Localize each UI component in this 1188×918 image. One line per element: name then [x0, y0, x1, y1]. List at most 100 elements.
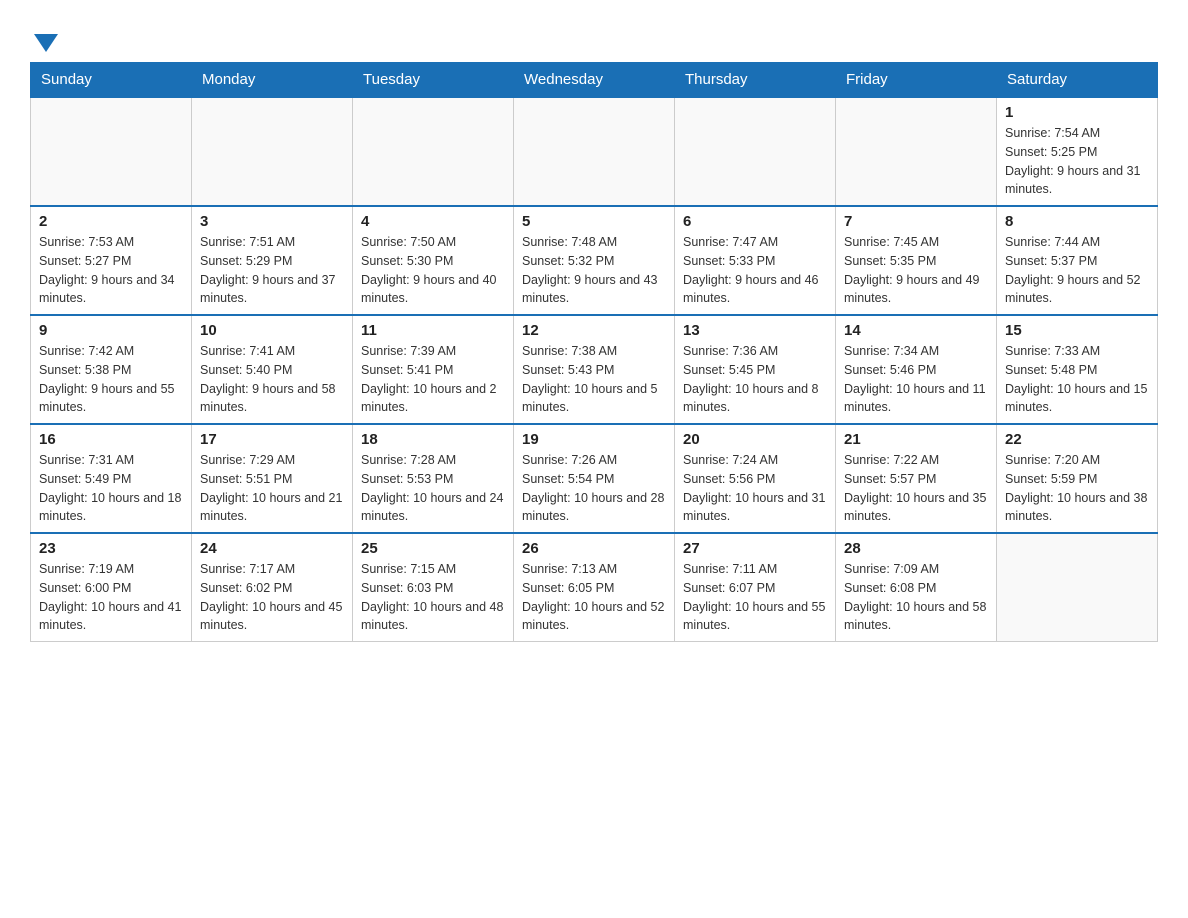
day-info: Sunrise: 7:31 AM Sunset: 5:49 PM Dayligh…	[39, 451, 183, 526]
calendar-cell: 27Sunrise: 7:11 AM Sunset: 6:07 PM Dayli…	[675, 533, 836, 642]
day-number: 2	[39, 213, 183, 230]
day-number: 17	[200, 431, 344, 448]
calendar-cell: 13 Sunrise: 7:36 AM Sunset: 5:45 PM Dayli…	[675, 315, 836, 424]
day-info: Sunrise: 7:19 AM Sunset: 6:00 PM Dayligh…	[39, 560, 183, 635]
day-header-thursday: Thursday	[675, 63, 836, 98]
calendar-cell	[192, 97, 353, 206]
day-number: 1	[1005, 104, 1149, 121]
calendar-cell: 2 Sunrise: 7:53 AM Sunset: 5:27 PM Daylig…	[31, 206, 192, 315]
day-info: Sunrise: 7:48 AM Sunset: 5:32 PM Dayligh…	[522, 233, 666, 308]
day-number: 14	[844, 322, 988, 339]
day-info: Sunrise: 7:42 AM Sunset: 5:38 PM Dayligh…	[39, 342, 183, 417]
calendar-cell: 23 Sunrise: 7:19 AM Sunset: 6:00 PM Dayli…	[31, 533, 192, 642]
day-number: 8	[1005, 213, 1149, 230]
calendar-cell	[836, 97, 997, 206]
calendar-cell: 10 Sunrise: 7:41 AM Sunset: 5:40 PM Dayli…	[192, 315, 353, 424]
day-info: Sunrise: 7:45 AM Sunset: 5:35 PM Dayligh…	[844, 233, 988, 308]
day-number: 16	[39, 431, 183, 448]
day-number: 4	[361, 213, 505, 230]
day-header-wednesday: Wednesday	[514, 63, 675, 98]
day-info: Sunrise: 7:54 AM Sunset: 5:25 PM Dayligh…	[1005, 124, 1149, 199]
calendar-cell	[675, 97, 836, 206]
day-number: 15	[1005, 322, 1149, 339]
calendar-cell	[31, 97, 192, 206]
day-number: 22	[1005, 431, 1149, 448]
calendar-cell: 1 Sunrise: 7:54 AM Sunset: 5:25 PM Daylig…	[997, 97, 1158, 206]
day-number: 9	[39, 322, 183, 339]
day-number: 18	[361, 431, 505, 448]
day-number: 25	[361, 540, 505, 557]
day-info: Sunrise: 7:34 AM Sunset: 5:46 PM Dayligh…	[844, 342, 988, 417]
day-number: 6	[683, 213, 827, 230]
calendar-cell: 6Sunrise: 7:47 AM Sunset: 5:33 PM Daylig…	[675, 206, 836, 315]
calendar-week-3: 9 Sunrise: 7:42 AM Sunset: 5:38 PM Daylig…	[31, 315, 1158, 424]
day-number: 3	[200, 213, 344, 230]
day-number: 28	[844, 540, 988, 557]
day-number: 7	[844, 213, 988, 230]
day-info: Sunrise: 7:33 AM Sunset: 5:48 PM Dayligh…	[1005, 342, 1149, 417]
calendar-cell: 20 Sunrise: 7:24 AM Sunset: 5:56 PM Dayli…	[675, 424, 836, 533]
day-info: Sunrise: 7:15 AM Sunset: 6:03 PM Dayligh…	[361, 560, 505, 635]
logo	[30, 30, 58, 52]
calendar-table: SundayMondayTuesdayWednesdayThursdayFrid…	[30, 62, 1158, 642]
day-info: Sunrise: 7:26 AM Sunset: 5:54 PM Dayligh…	[522, 451, 666, 526]
day-info: Sunrise: 7:36 AM Sunset: 5:45 PM Dayligh…	[683, 342, 827, 417]
calendar-cell	[514, 97, 675, 206]
calendar-cell: 9 Sunrise: 7:42 AM Sunset: 5:38 PM Daylig…	[31, 315, 192, 424]
calendar-cell: 12 Sunrise: 7:38 AM Sunset: 5:43 PM Dayli…	[514, 315, 675, 424]
day-info: Sunrise: 7:24 AM Sunset: 5:56 PM Dayligh…	[683, 451, 827, 526]
logo-triangle-icon	[34, 34, 58, 52]
calendar-week-2: 2 Sunrise: 7:53 AM Sunset: 5:27 PM Daylig…	[31, 206, 1158, 315]
day-number: 12	[522, 322, 666, 339]
calendar-cell: 8 Sunrise: 7:44 AM Sunset: 5:37 PM Daylig…	[997, 206, 1158, 315]
day-number: 20	[683, 431, 827, 448]
calendar-cell: 4 Sunrise: 7:50 AM Sunset: 5:30 PM Daylig…	[353, 206, 514, 315]
day-number: 21	[844, 431, 988, 448]
day-info: Sunrise: 7:50 AM Sunset: 5:30 PM Dayligh…	[361, 233, 505, 308]
day-info: Sunrise: 7:20 AM Sunset: 5:59 PM Dayligh…	[1005, 451, 1149, 526]
day-info: Sunrise: 7:22 AM Sunset: 5:57 PM Dayligh…	[844, 451, 988, 526]
calendar-cell: 5 Sunrise: 7:48 AM Sunset: 5:32 PM Daylig…	[514, 206, 675, 315]
day-info: Sunrise: 7:41 AM Sunset: 5:40 PM Dayligh…	[200, 342, 344, 417]
calendar-cell: 24 Sunrise: 7:17 AM Sunset: 6:02 PM Dayli…	[192, 533, 353, 642]
calendar-cell: 17 Sunrise: 7:29 AM Sunset: 5:51 PM Dayli…	[192, 424, 353, 533]
day-info: Sunrise: 7:28 AM Sunset: 5:53 PM Dayligh…	[361, 451, 505, 526]
day-info: Sunrise: 7:44 AM Sunset: 5:37 PM Dayligh…	[1005, 233, 1149, 308]
calendar-cell: 19 Sunrise: 7:26 AM Sunset: 5:54 PM Dayli…	[514, 424, 675, 533]
calendar-cell: 15 Sunrise: 7:33 AM Sunset: 5:48 PM Dayli…	[997, 315, 1158, 424]
calendar-cell: 3 Sunrise: 7:51 AM Sunset: 5:29 PM Daylig…	[192, 206, 353, 315]
day-number: 19	[522, 431, 666, 448]
day-info: Sunrise: 7:17 AM Sunset: 6:02 PM Dayligh…	[200, 560, 344, 635]
calendar-cell: 21 Sunrise: 7:22 AM Sunset: 5:57 PM Dayli…	[836, 424, 997, 533]
calendar-cell: 11 Sunrise: 7:39 AM Sunset: 5:41 PM Dayli…	[353, 315, 514, 424]
day-number: 10	[200, 322, 344, 339]
day-info: Sunrise: 7:38 AM Sunset: 5:43 PM Dayligh…	[522, 342, 666, 417]
day-info: Sunrise: 7:39 AM Sunset: 5:41 PM Dayligh…	[361, 342, 505, 417]
calendar-cell: 16 Sunrise: 7:31 AM Sunset: 5:49 PM Dayli…	[31, 424, 192, 533]
day-number: 5	[522, 213, 666, 230]
day-number: 13	[683, 322, 827, 339]
calendar-cell: 7 Sunrise: 7:45 AM Sunset: 5:35 PM Daylig…	[836, 206, 997, 315]
day-info: Sunrise: 7:51 AM Sunset: 5:29 PM Dayligh…	[200, 233, 344, 308]
day-info: Sunrise: 7:13 AM Sunset: 6:05 PM Dayligh…	[522, 560, 666, 635]
day-header-saturday: Saturday	[997, 63, 1158, 98]
page-header	[30, 20, 1158, 52]
calendar-week-1: 1 Sunrise: 7:54 AM Sunset: 5:25 PM Daylig…	[31, 97, 1158, 206]
day-header-tuesday: Tuesday	[353, 63, 514, 98]
day-number: 24	[200, 540, 344, 557]
calendar-cell	[997, 533, 1158, 642]
day-info: Sunrise: 7:53 AM Sunset: 5:27 PM Dayligh…	[39, 233, 183, 308]
day-number: 27	[683, 540, 827, 557]
calendar-cell: 26Sunrise: 7:13 AM Sunset: 6:05 PM Dayli…	[514, 533, 675, 642]
calendar-cell	[353, 97, 514, 206]
calendar-cell: 22 Sunrise: 7:20 AM Sunset: 5:59 PM Dayli…	[997, 424, 1158, 533]
day-header-sunday: Sunday	[31, 63, 192, 98]
calendar-header-row: SundayMondayTuesdayWednesdayThursdayFrid…	[31, 63, 1158, 98]
day-info: Sunrise: 7:29 AM Sunset: 5:51 PM Dayligh…	[200, 451, 344, 526]
day-number: 23	[39, 540, 183, 557]
calendar-week-4: 16 Sunrise: 7:31 AM Sunset: 5:49 PM Dayli…	[31, 424, 1158, 533]
day-header-monday: Monday	[192, 63, 353, 98]
calendar-week-5: 23 Sunrise: 7:19 AM Sunset: 6:00 PM Dayli…	[31, 533, 1158, 642]
day-number: 11	[361, 322, 505, 339]
day-header-friday: Friday	[836, 63, 997, 98]
